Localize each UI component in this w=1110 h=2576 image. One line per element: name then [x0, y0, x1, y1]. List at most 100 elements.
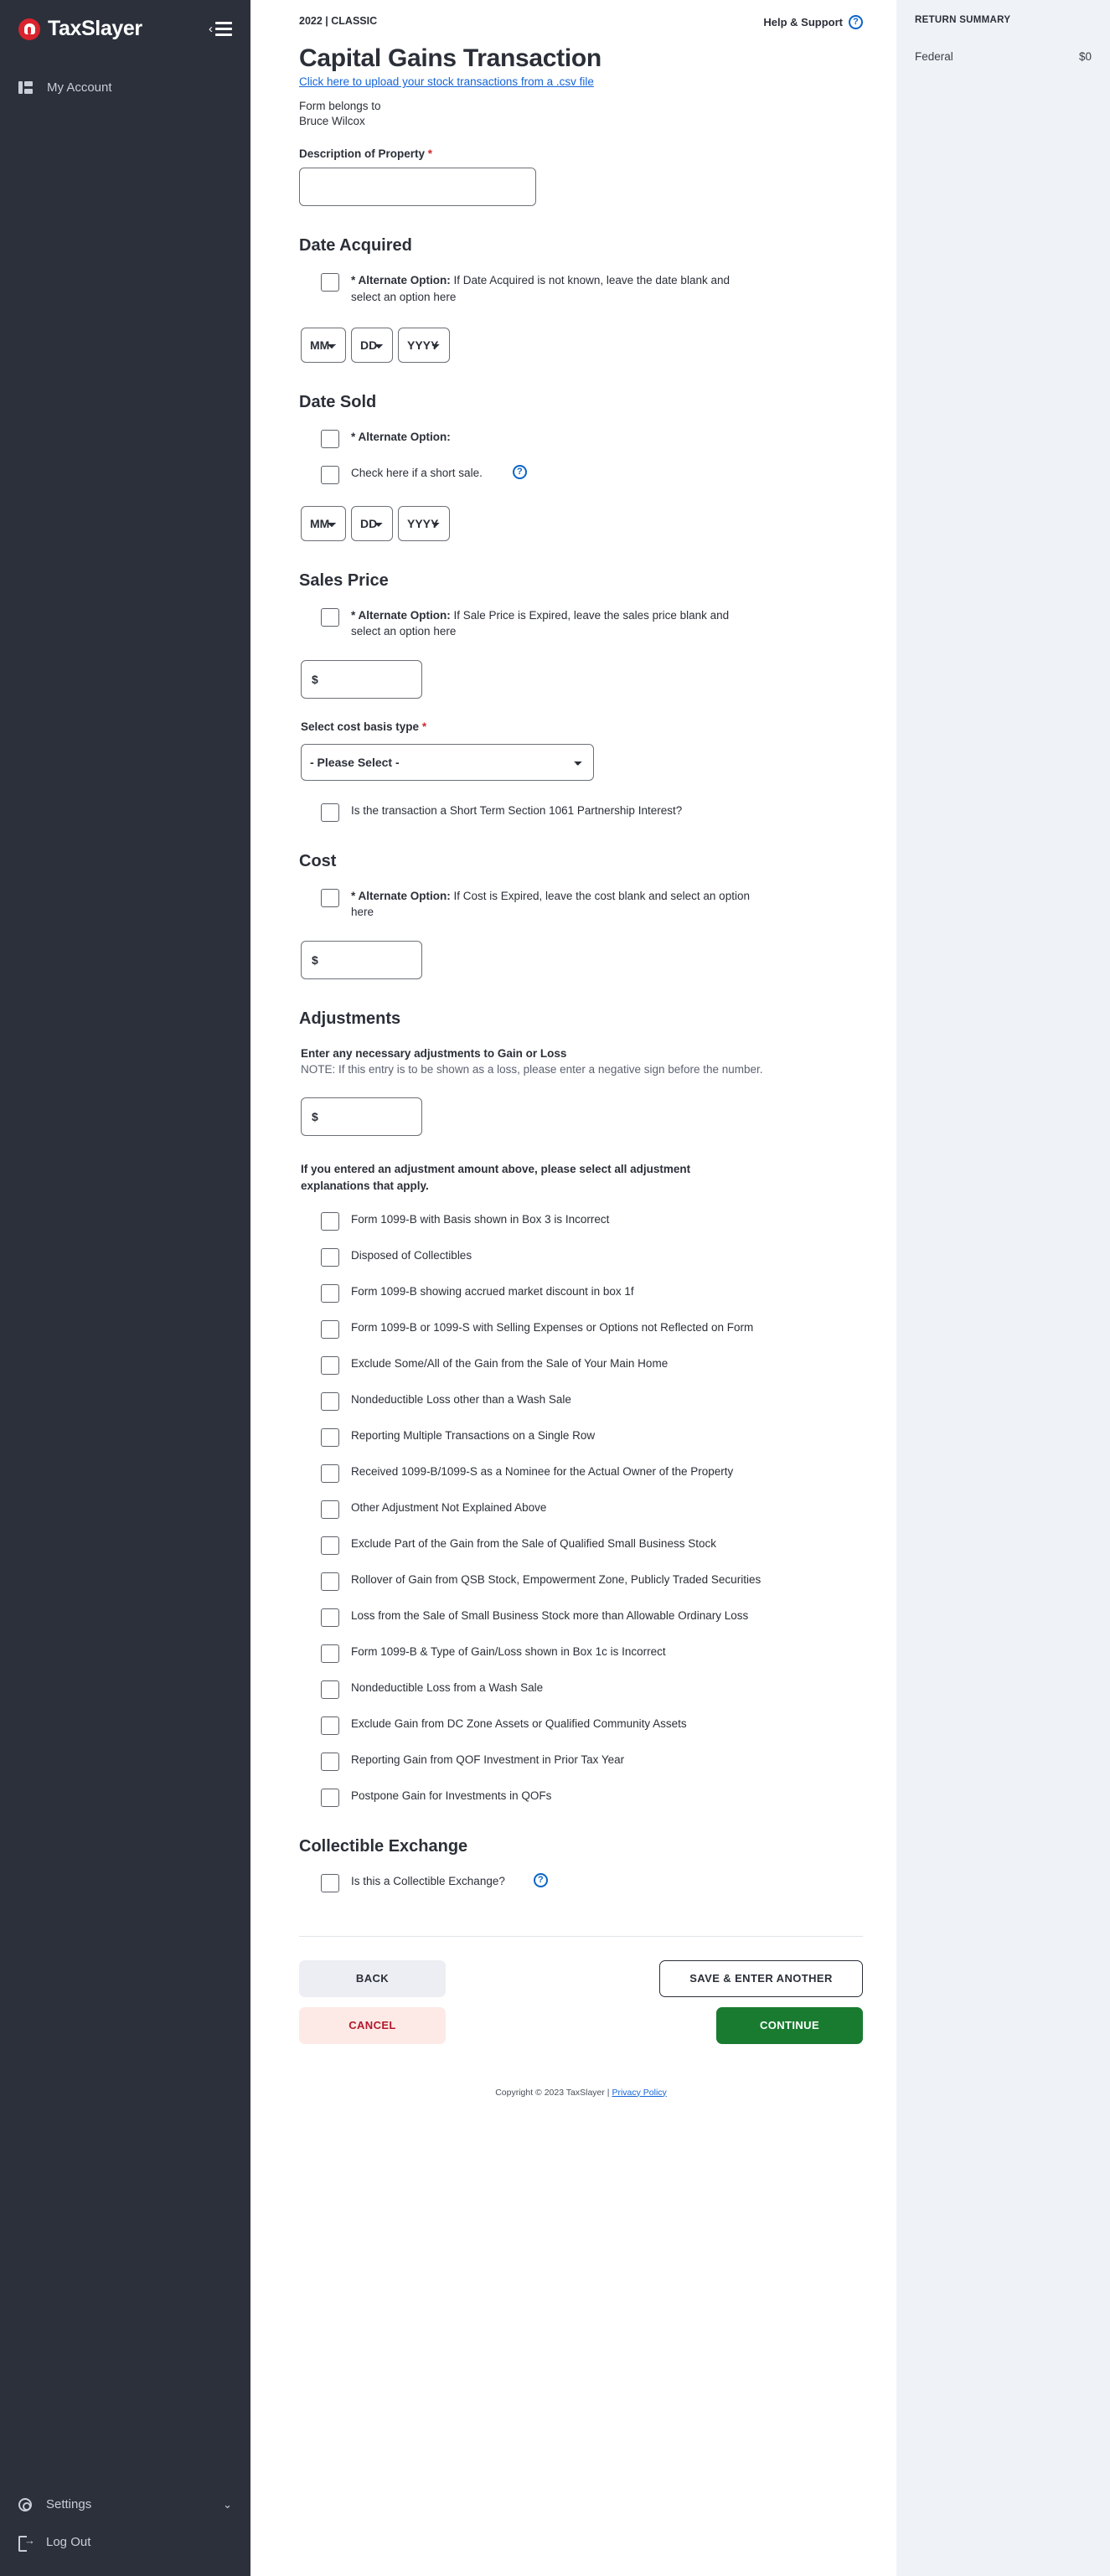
- adjustment-option-checkbox[interactable]: [321, 1211, 339, 1231]
- collectible-exchange-help-icon[interactable]: ?: [533, 1872, 548, 1887]
- date-sold-alternate-label: * Alternate Option:: [351, 429, 451, 446]
- sidebar-header: TaxSlayer ‹: [0, 0, 250, 41]
- date-acquired-alternate-checkbox[interactable]: [321, 273, 339, 292]
- chevron-left-icon: ‹: [209, 22, 213, 36]
- adjustment-option-label: Loss from the Sale of Small Business Sto…: [351, 1608, 749, 1622]
- adjustment-option-checkbox[interactable]: [321, 1608, 339, 1627]
- summary-row-label: Federal: [915, 50, 953, 63]
- adjustment-option-label: Exclude Gain from DC Zone Assets or Qual…: [351, 1716, 687, 1730]
- adjustment-option-checkbox[interactable]: [321, 1752, 339, 1771]
- sales-price-alternate-checkbox[interactable]: [321, 607, 339, 627]
- adjustment-option-checkbox[interactable]: [321, 1572, 339, 1591]
- alt-option-prefix: * Alternate Option:: [351, 608, 451, 622]
- main-content: 2022 | CLASSIC Help & Support ? Capital …: [250, 0, 896, 2576]
- short-sale-checkbox[interactable]: [321, 465, 339, 484]
- hamburger-menu-icon: [215, 22, 232, 36]
- adjustment-option-row: Form 1099-B showing accrued market disco…: [301, 1283, 863, 1303]
- return-summary-panel: RETURN SUMMARY Federal $0: [896, 0, 1110, 2576]
- section-1061-row: Is the transaction a Short Term Section …: [301, 803, 863, 822]
- adjustment-option-row: Nondeductible Loss from a Wash Sale: [301, 1680, 863, 1699]
- adjustment-option-label: Form 1099-B showing accrued market disco…: [351, 1284, 634, 1298]
- section-1061-checkbox[interactable]: [321, 803, 339, 822]
- adjustment-option-checkbox[interactable]: [321, 1680, 339, 1699]
- back-button[interactable]: BACK: [299, 1959, 446, 1997]
- tax-year-package: 2022 | CLASSIC: [299, 15, 378, 27]
- adjustment-option-row: Form 1099-B or 1099-S with Selling Expen…: [301, 1319, 863, 1339]
- description-label-text: Description of Property: [299, 147, 426, 161]
- section-heading-collectible-exchange: Collectible Exchange: [299, 1836, 468, 1856]
- collectible-exchange-label: Is this a Collectible Exchange?: [351, 1874, 505, 1887]
- description-of-property-label: Description of Property *: [299, 147, 863, 160]
- date-acquired-year-select[interactable]: YYYY: [398, 327, 450, 363]
- adjustment-options-list: Form 1099-B with Basis shown in Box 3 is…: [301, 1211, 863, 1807]
- adjustment-option-checkbox[interactable]: [321, 1644, 339, 1663]
- return-summary-title: RETURN SUMMARY: [915, 15, 1011, 25]
- adjustment-option-label: Exclude Some/All of the Gain from the Sa…: [351, 1356, 669, 1370]
- sidebar-collapse-button[interactable]: ‹: [209, 22, 232, 36]
- date-sold-selects: MM DD YYYY: [301, 505, 863, 541]
- cost-alternate-checkbox[interactable]: [321, 888, 339, 907]
- cost-alternate-row: * Alternate Option: If Cost is Expired, …: [301, 888, 863, 921]
- adjustment-option-checkbox[interactable]: [321, 1536, 339, 1555]
- date-acquired-selects: MM DD YYYY: [301, 327, 863, 363]
- top-bar: 2022 | CLASSIC Help & Support ?: [250, 0, 896, 29]
- date-sold-day-select[interactable]: DD: [351, 505, 393, 541]
- sales-price-body: * Alternate Option: If Sale Price is Exp…: [299, 607, 863, 822]
- form-belongs-label: Form belongs to: [299, 100, 381, 112]
- account-icon: [18, 81, 33, 94]
- collectible-exchange-row: Is this a Collectible Exchange? ?: [301, 1872, 863, 1892]
- adjustment-option-checkbox[interactable]: [321, 1427, 339, 1447]
- brand-logo[interactable]: TaxSlayer: [18, 17, 142, 41]
- adjustments-amount-input[interactable]: [301, 1097, 422, 1137]
- privacy-policy-link[interactable]: Privacy Policy: [612, 2088, 666, 2098]
- adjustment-option-checkbox[interactable]: [321, 1464, 339, 1483]
- cost-amount-input[interactable]: [301, 940, 422, 979]
- date-acquired-day-select[interactable]: DD: [351, 327, 393, 363]
- collectible-body: Is this a Collectible Exchange? ?: [299, 1872, 863, 1892]
- sidebar-item-my-account[interactable]: My Account: [0, 73, 250, 102]
- csv-upload-link[interactable]: Click here to upload your stock transact…: [299, 75, 594, 88]
- page-title: Capital Gains Transaction: [299, 44, 601, 72]
- date-acquired-month-select[interactable]: MM: [301, 327, 346, 363]
- sales-price-amount-input[interactable]: [301, 659, 422, 699]
- date-sold-year-select[interactable]: YYYY: [398, 505, 450, 541]
- date-acquired-alternate-label: * Alternate Option: If Date Acquired is …: [351, 272, 762, 305]
- short-sale-help-icon[interactable]: ?: [512, 464, 527, 479]
- cost-alternate-label: * Alternate Option: If Cost is Expired, …: [351, 888, 762, 921]
- chevron-down-icon: ⌄: [223, 2497, 232, 2511]
- alt-option-prefix: * Alternate Option:: [351, 274, 451, 287]
- adjustment-option-checkbox[interactable]: [321, 1355, 339, 1375]
- adjustment-option-checkbox[interactable]: [321, 1319, 339, 1339]
- date-sold-alternate-checkbox[interactable]: [321, 429, 339, 448]
- description-of-property-input[interactable]: [299, 168, 536, 207]
- adjustment-option-label: Nondeductible Loss from a Wash Sale: [351, 1680, 544, 1694]
- adjustment-option-label: Nondeductible Loss other than a Wash Sal…: [351, 1392, 571, 1406]
- adjustment-option-row: Rollover of Gain from QSB Stock, Empower…: [301, 1572, 863, 1591]
- date-sold-alternate-row: * Alternate Option:: [301, 429, 863, 448]
- adjustment-option-label: Postpone Gain for Investments in QOFs: [351, 1789, 552, 1802]
- short-sale-row: Check here if a short sale. ?: [301, 464, 863, 484]
- adjustment-option-checkbox[interactable]: [321, 1283, 339, 1303]
- form-belongs-to: Form belongs to Bruce Wilcox: [299, 99, 863, 129]
- adjustment-option-checkbox[interactable]: [321, 1247, 339, 1267]
- adjustment-option-checkbox[interactable]: [321, 1500, 339, 1519]
- adjustment-option-checkbox[interactable]: [321, 1788, 339, 1807]
- adjustment-option-row: Other Adjustment Not Explained Above: [301, 1500, 863, 1519]
- help-and-support-button[interactable]: Help & Support ?: [763, 15, 863, 29]
- adjustment-option-label: Form 1099-B or 1099-S with Selling Expen…: [351, 1320, 754, 1334]
- cost-basis-type-select[interactable]: - Please Select -: [301, 743, 594, 781]
- adjustment-option-checkbox[interactable]: [321, 1716, 339, 1735]
- adjustment-option-checkbox[interactable]: [321, 1391, 339, 1411]
- adjustment-option-label: Rollover of Gain from QSB Stock, Empower…: [351, 1572, 762, 1586]
- cancel-button[interactable]: CANCEL: [299, 2006, 446, 2044]
- help-label: Help & Support: [763, 16, 843, 28]
- taxslayer-helmet-icon: [18, 18, 40, 40]
- sidebar-item-settings[interactable]: Settings ⌄: [0, 2486, 250, 2523]
- adjustment-option-label: Reporting Gain from QOF Investment in Pr…: [351, 1753, 625, 1766]
- sidebar-item-log-out[interactable]: Log Out: [0, 2523, 250, 2561]
- adjustment-option-row: Exclude Some/All of the Gain from the Sa…: [301, 1355, 863, 1375]
- save-and-enter-another-button[interactable]: SAVE & ENTER ANOTHER: [659, 1959, 863, 1997]
- date-sold-month-select[interactable]: MM: [301, 505, 346, 541]
- collectible-exchange-checkbox[interactable]: [321, 1873, 339, 1892]
- continue-button[interactable]: CONTINUE: [716, 2006, 863, 2044]
